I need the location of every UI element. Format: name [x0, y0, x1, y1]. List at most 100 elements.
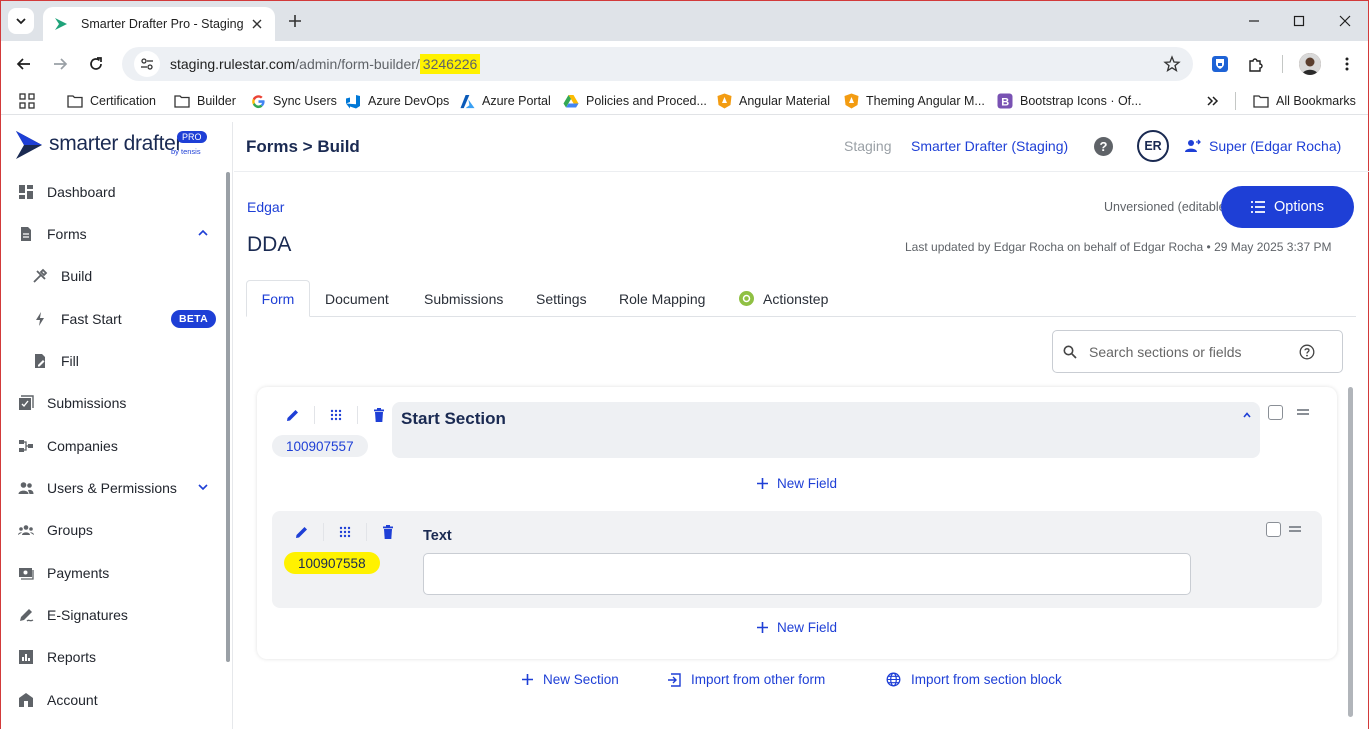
- environment-link[interactable]: Smarter Drafter (Staging): [911, 138, 1068, 154]
- section-drag-handle-icon[interactable]: [1297, 409, 1309, 415]
- import-from-block-button[interactable]: Import from section block: [886, 672, 1062, 687]
- chevron-down-icon[interactable]: [197, 481, 209, 493]
- new-field-button[interactable]: New Field: [757, 620, 837, 635]
- user-avatar[interactable]: ER: [1137, 130, 1169, 162]
- section-header[interactable]: Start Section: [392, 402, 1260, 458]
- bookmark-policies[interactable]: Policies and Proced...: [563, 91, 707, 111]
- sidebar-item-fill[interactable]: Fill: [1, 343, 223, 379]
- chevron-up-icon[interactable]: [197, 227, 209, 239]
- bookmark-certification[interactable]: Certification: [67, 91, 156, 111]
- sidebar-item-label: Reports: [47, 649, 97, 665]
- sidebar-item-e-signatures[interactable]: E-Signatures: [1, 597, 223, 633]
- edit-section-icon[interactable]: [284, 406, 302, 424]
- bookmark-azure-portal[interactable]: Azure Portal: [460, 91, 551, 111]
- more-bookmarks-button[interactable]: [1206, 91, 1220, 111]
- bookmark-angular-material[interactable]: Angular Material: [717, 91, 830, 111]
- drag-grid-icon[interactable]: [327, 406, 345, 424]
- sidebar-item-dashboard[interactable]: Dashboard: [1, 174, 223, 210]
- app-root: smarter drafter PRO by tensis Dashboard …: [1, 122, 1369, 729]
- bitwarden-extension-icon[interactable]: [1207, 51, 1233, 77]
- all-bookmarks-folder[interactable]: All Bookmarks: [1253, 91, 1356, 111]
- browser-tab-active[interactable]: Smarter Drafter Pro - Staging: [43, 7, 275, 41]
- options-button[interactable]: Options: [1221, 186, 1354, 228]
- help-circle-icon[interactable]: [1299, 344, 1315, 360]
- bookmark-builder[interactable]: Builder: [174, 91, 236, 111]
- field-drag-handle-icon[interactable]: [1289, 526, 1301, 532]
- browser-menu-button[interactable]: [1334, 51, 1360, 77]
- sidebar-item-companies[interactable]: Companies: [1, 428, 223, 464]
- new-tab-button[interactable]: [284, 10, 306, 32]
- sidebar-scrollbar[interactable]: [226, 172, 230, 662]
- forward-button[interactable]: [47, 51, 73, 77]
- sidebar-item-forms[interactable]: Forms: [1, 216, 223, 252]
- drag-grid-icon[interactable]: [336, 523, 354, 541]
- field-select-checkbox[interactable]: [1266, 522, 1281, 537]
- main-scrollbar[interactable]: [1348, 387, 1353, 717]
- user-menu-link[interactable]: Super (Edgar Rocha): [1185, 138, 1341, 154]
- tools-icon: [32, 268, 48, 284]
- sidebar-item-groups[interactable]: Groups: [1, 512, 223, 548]
- tab-form[interactable]: Form: [246, 280, 310, 317]
- search-input[interactable]: [1089, 343, 1299, 360]
- minimize-window-button[interactable]: [1242, 9, 1266, 33]
- section-title: Start Section: [401, 409, 506, 428]
- all-bookmarks-label: All Bookmarks: [1276, 94, 1356, 108]
- sidebar-item-build[interactable]: Build: [1, 258, 223, 294]
- form-builder-canvas: 100907557 Start Section New Field 100907…: [257, 387, 1337, 659]
- sidebar-item-account[interactable]: Account: [1, 682, 223, 718]
- sidebar-item-submissions[interactable]: Submissions: [1, 385, 223, 421]
- bookmark-star-icon[interactable]: [1163, 55, 1181, 73]
- sidebar-item-users-permissions[interactable]: Users & Permissions: [1, 470, 223, 506]
- import-from-form-button[interactable]: Import from other form: [667, 672, 825, 687]
- maximize-window-button[interactable]: [1287, 9, 1311, 33]
- tab-submissions[interactable]: Submissions: [424, 280, 503, 317]
- site-info-button[interactable]: [134, 51, 160, 77]
- sidebar-item-payments[interactable]: Payments: [1, 555, 223, 591]
- back-button[interactable]: [11, 51, 37, 77]
- apps-grid-button[interactable]: [19, 91, 35, 111]
- profile-avatar[interactable]: [1297, 51, 1323, 77]
- new-field-button[interactable]: New Field: [757, 476, 837, 491]
- tool-divider: [323, 523, 324, 541]
- bookmark-theming-angular[interactable]: Theming Angular M...: [844, 91, 985, 111]
- tab-settings[interactable]: Settings: [536, 280, 587, 317]
- field-row-text[interactable]: 100907558 Text: [272, 511, 1322, 608]
- bookmark-azure-devops[interactable]: Azure DevOps: [345, 91, 449, 111]
- delete-field-icon[interactable]: [379, 523, 397, 541]
- url-text[interactable]: staging.rulestar.com/admin/form-builder/…: [170, 54, 481, 74]
- bookmarks-divider: [1235, 92, 1236, 110]
- import-block-label: Import from section block: [911, 672, 1062, 687]
- address-bar[interactable]: staging.rulestar.com/admin/form-builder/…: [122, 47, 1193, 81]
- tab-search-button[interactable]: [8, 8, 34, 34]
- drive-icon: [563, 94, 579, 108]
- extensions-puzzle-icon[interactable]: [1243, 51, 1269, 77]
- search-sections-field[interactable]: [1052, 330, 1343, 373]
- smarter-drafter-logo[interactable]: smarter drafter: [15, 130, 183, 160]
- folder-icon: [67, 94, 83, 108]
- tab-actionstep[interactable]: Actionstep: [739, 280, 828, 317]
- bookmark-label: Azure Portal: [482, 94, 551, 108]
- tool-divider: [314, 406, 315, 424]
- bookmark-sync-users[interactable]: Sync Users: [251, 91, 337, 111]
- sidebar-item-fast-start[interactable]: Fast Start BETA: [1, 301, 223, 337]
- plus-icon: [289, 15, 301, 27]
- new-section-button[interactable]: New Section: [522, 672, 619, 687]
- delete-section-icon[interactable]: [370, 406, 388, 424]
- section-select-checkbox[interactable]: [1268, 405, 1283, 420]
- tab-role-mapping[interactable]: Role Mapping: [619, 280, 705, 317]
- close-window-button[interactable]: [1333, 9, 1357, 33]
- chevron-up-icon[interactable]: [1242, 410, 1252, 420]
- tab-document[interactable]: Document: [325, 280, 389, 317]
- edit-field-icon[interactable]: [293, 523, 311, 541]
- reload-button[interactable]: [83, 51, 109, 77]
- help-icon[interactable]: ?: [1094, 137, 1113, 156]
- close-tab-icon[interactable]: [249, 16, 265, 32]
- document-icon: [18, 226, 34, 242]
- form-title: DDA: [247, 233, 292, 256]
- signature-icon: [18, 607, 34, 623]
- bookmark-bootstrap-icons[interactable]: B Bootstrap Icons · Of...: [997, 91, 1142, 111]
- text-field-input[interactable]: [423, 553, 1191, 595]
- switch-user-icon: [1185, 139, 1201, 152]
- form-owner-link[interactable]: Edgar: [247, 199, 284, 215]
- sidebar-item-reports[interactable]: Reports: [1, 639, 223, 675]
